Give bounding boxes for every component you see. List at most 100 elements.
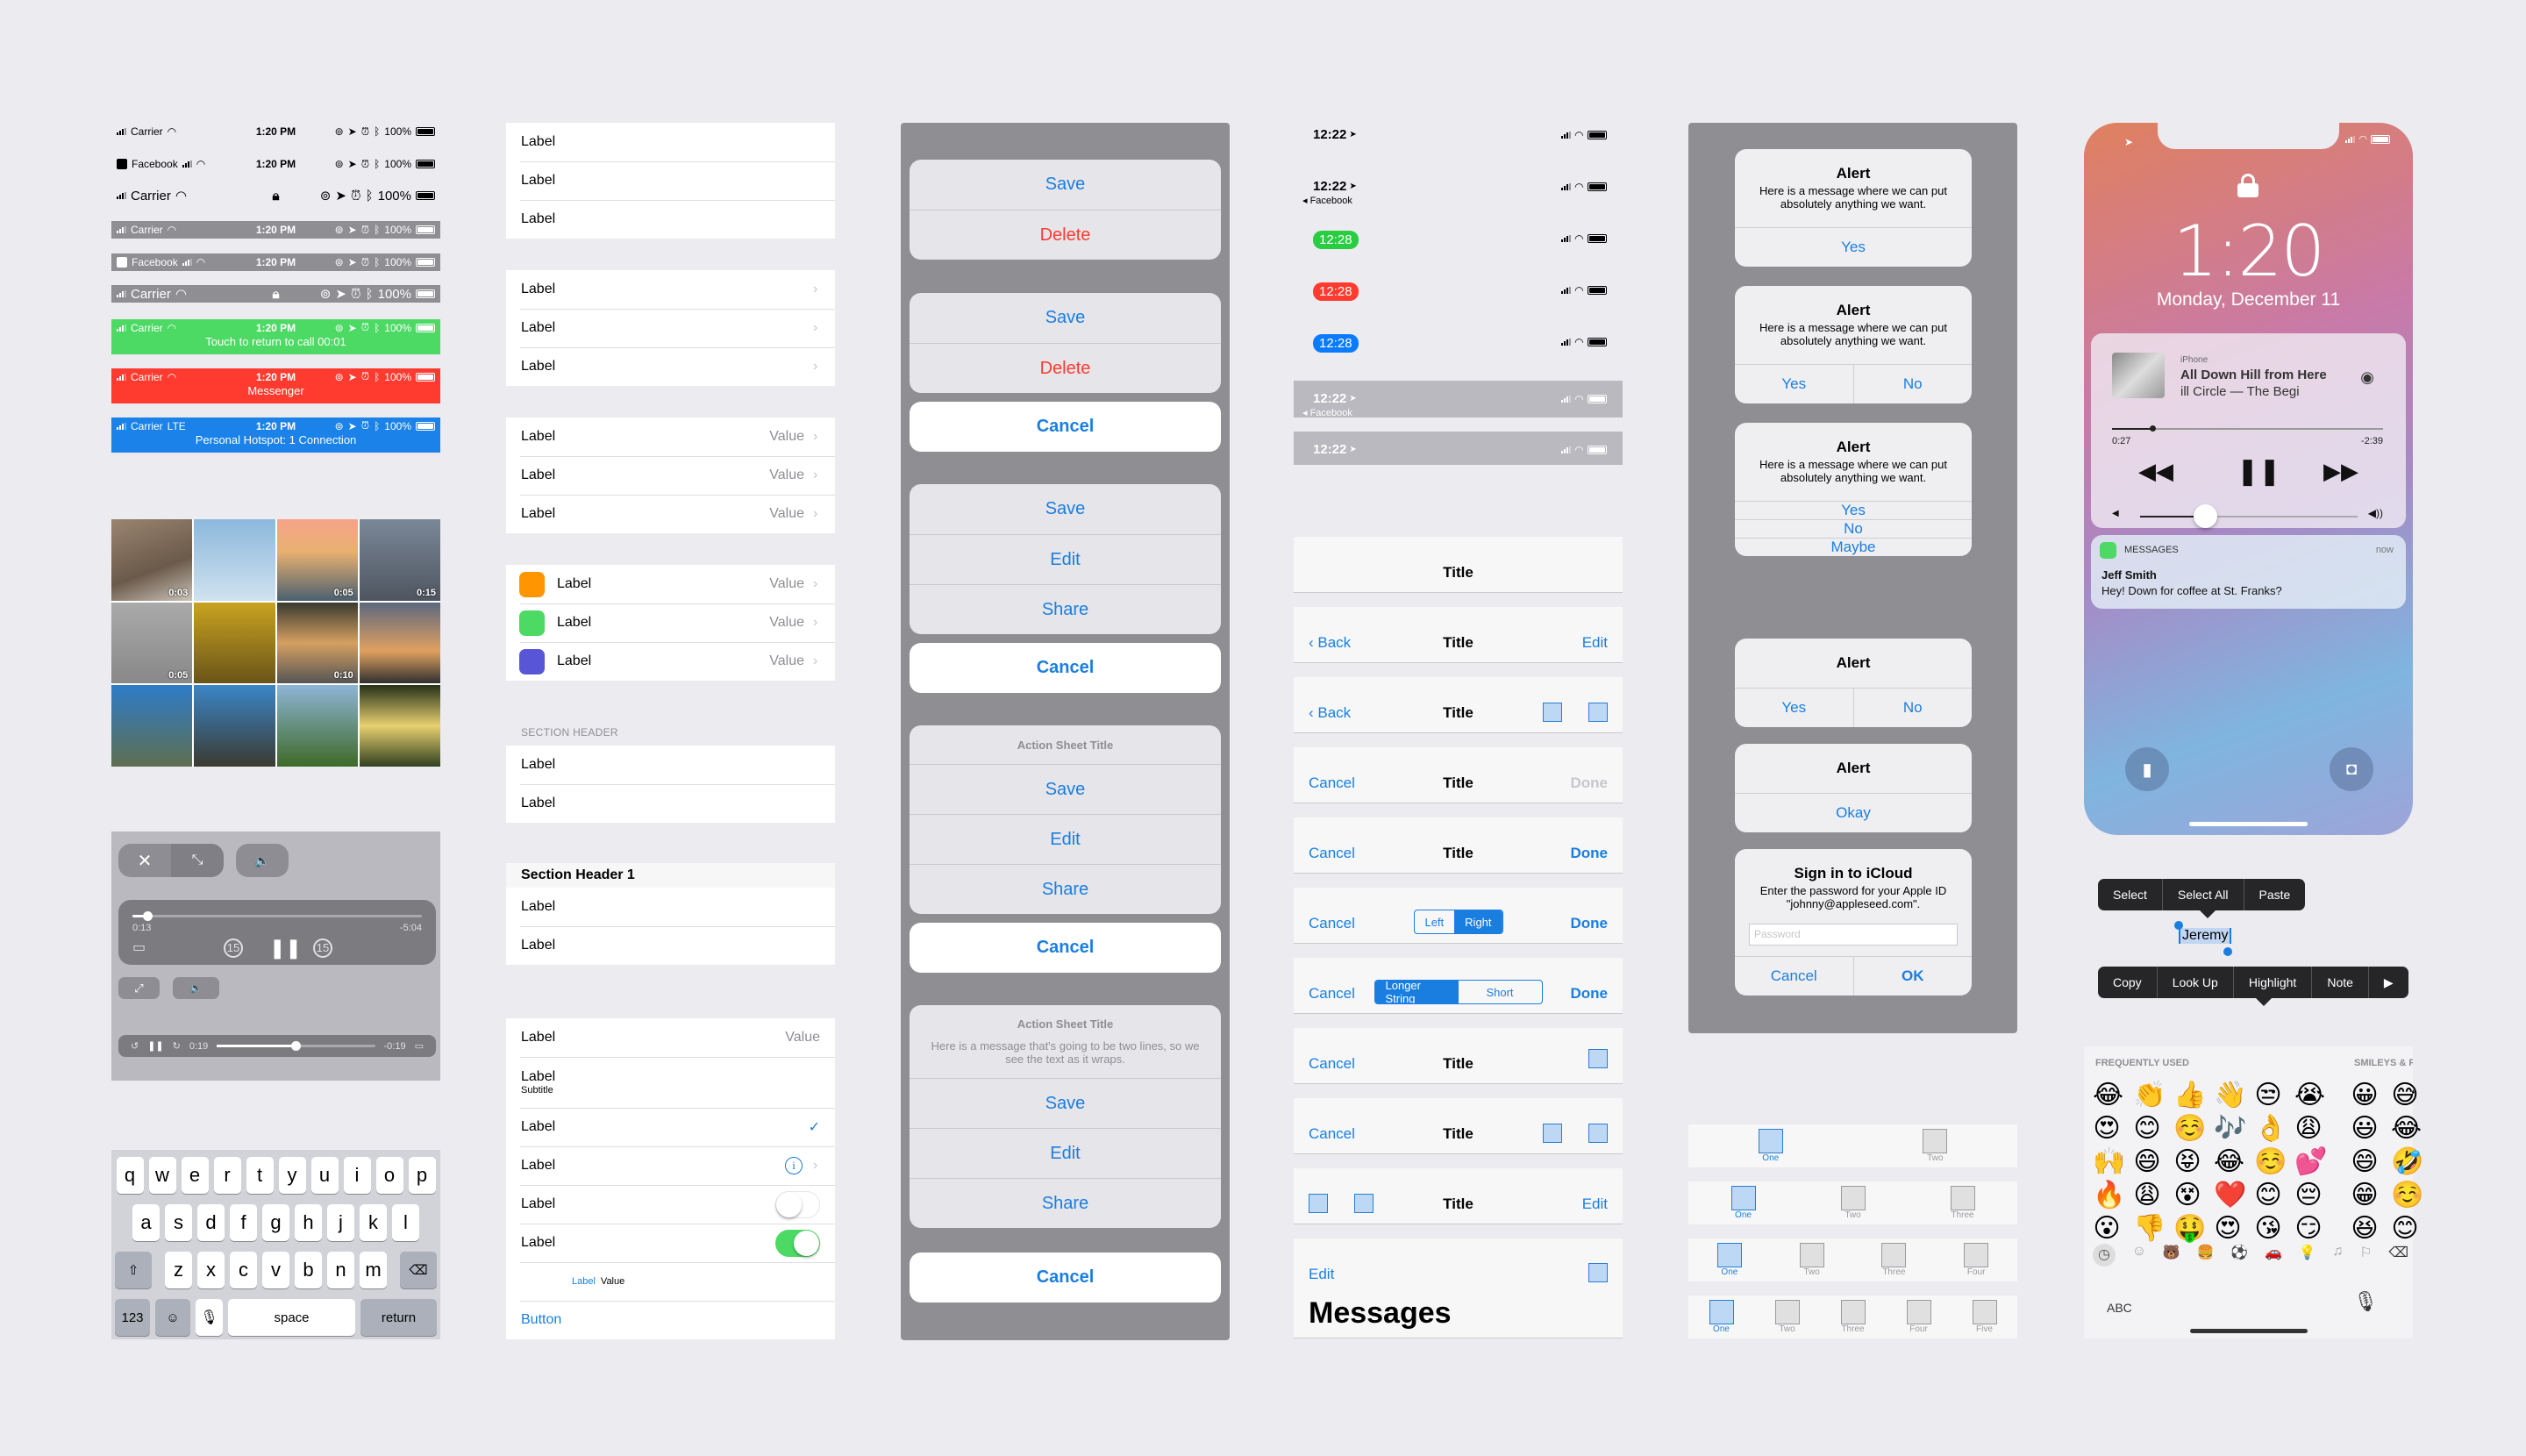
emoji-key[interactable]: 😃 [2351, 1113, 2379, 1144]
yes-button[interactable]: Yes [1735, 365, 1853, 403]
key-a[interactable]: a [132, 1204, 160, 1241]
done-button[interactable]: Done [1571, 845, 1609, 862]
done-button[interactable]: Done [1571, 915, 1609, 932]
emoji-key[interactable]: 🔥 [2093, 1180, 2125, 1210]
key-y[interactable]: y [278, 1157, 306, 1194]
tab-item[interactable]: Five [1972, 1300, 1997, 1334]
emoji-key[interactable]: 😍 [2214, 1213, 2242, 1244]
space-key[interactable]: space [228, 1299, 355, 1336]
emoji-key[interactable]: 😏 [2294, 1213, 2323, 1244]
key-j[interactable]: j [327, 1204, 354, 1241]
emoji-key[interactable]: 😮 [2093, 1213, 2121, 1244]
emoji-key[interactable]: 😍 [2093, 1113, 2121, 1144]
action-sheet-button[interactable]: Edit [910, 534, 1221, 584]
selected-text[interactable]: Jeremy [2179, 928, 2232, 944]
cancel-button[interactable]: Cancel [910, 643, 1221, 693]
microphone-icon[interactable]: 🎙 [2353, 1290, 2378, 1313]
table-row[interactable]: Label › [506, 309, 835, 347]
table-row[interactable]: Label [506, 888, 835, 926]
emoji-key[interactable]: 👍 [2173, 1080, 2206, 1110]
volume-button[interactable]: 🔈 [236, 844, 289, 877]
selection-handle-end[interactable] [2223, 947, 2232, 956]
emoji-key[interactable]: 😊 [2133, 1113, 2161, 1144]
track-scrubber[interactable] [2112, 425, 2383, 432]
key-p[interactable]: p [408, 1157, 436, 1194]
food-icon[interactable]: 🍔 [2197, 1244, 2215, 1267]
emoji-key[interactable]: ☺ [155, 1299, 190, 1336]
cancel-button[interactable]: Cancel [1309, 985, 1355, 1003]
emoji-key[interactable]: 😊 [2254, 1180, 2282, 1210]
segment-right[interactable]: Right [1454, 910, 1502, 933]
table-row[interactable]: Label Value › [506, 495, 835, 533]
yes-button[interactable]: Yes [1735, 228, 1972, 267]
skip-back-15-icon[interactable]: 15 [224, 939, 243, 958]
sports-icon[interactable]: ⚽ [2230, 1244, 2248, 1267]
close-button[interactable]: ✕ [118, 844, 171, 877]
pause-icon[interactable]: ❚❚ [147, 1040, 163, 1052]
emoji-key[interactable]: 👋 [2214, 1080, 2246, 1110]
ok-button[interactable]: OK [1852, 956, 1973, 996]
table-row[interactable]: Label Subtitle [506, 1057, 835, 1108]
action-sheet-button[interactable]: Save [910, 293, 1221, 343]
action-sheet-button[interactable]: Save [910, 160, 1221, 210]
table-row[interactable]: Label Value › [506, 418, 835, 456]
cancel-button[interactable]: Cancel [910, 923, 1221, 973]
menu-item[interactable]: Highlight [2232, 967, 2311, 998]
action-sheet-button[interactable]: Edit [910, 1128, 1221, 1178]
photo-thumbnail[interactable]: 0:05 [276, 519, 358, 601]
table-row[interactable]: Label Value › [506, 642, 835, 681]
status-message[interactable]: Messenger [117, 384, 435, 397]
menu-item[interactable]: Copy [2098, 967, 2157, 998]
rewind-icon[interactable]: ◀◀ [2138, 458, 2173, 485]
no-button[interactable]: No [1852, 364, 1973, 403]
pause-icon[interactable]: ❚❚ [2237, 456, 2280, 487]
return-key[interactable]: return [360, 1299, 437, 1336]
notification[interactable]: MESSAGES now Jeff Smith Hey! Down for co… [2091, 535, 2406, 609]
tab-item[interactable]: Two [1923, 1129, 1948, 1163]
table-row[interactable]: Label ✓ [506, 1108, 835, 1146]
pause-icon[interactable]: ❚❚ [269, 937, 302, 960]
action-sheet-button[interactable]: Share [910, 1178, 1221, 1228]
yes-button[interactable]: Yes [1735, 689, 1853, 727]
emoji-key[interactable]: 🙌 [2093, 1146, 2125, 1177]
cancel-button[interactable]: Cancel [910, 402, 1221, 452]
tab-item[interactable]: One [1730, 1186, 1756, 1220]
key-k[interactable]: k [360, 1204, 387, 1241]
table-row[interactable]: Label › [506, 270, 835, 309]
scrubber[interactable] [132, 911, 422, 921]
tab-item[interactable]: Three [1840, 1300, 1866, 1334]
edit-button[interactable]: Edit [1582, 634, 1608, 652]
emoji-key[interactable]: 😅 [2391, 1080, 2419, 1110]
table-row[interactable]: Label Value › [506, 565, 835, 603]
menu-item[interactable]: Note [2311, 967, 2368, 998]
cancel-button[interactable]: Cancel [910, 1253, 1221, 1303]
photo-thumbnail[interactable] [194, 519, 275, 601]
tab-item[interactable]: One [1758, 1129, 1783, 1163]
photo-thumbnail[interactable] [194, 685, 275, 767]
emoji-key[interactable]: 😘 [2254, 1213, 2282, 1244]
smiley-icon[interactable]: ☺ [2132, 1244, 2146, 1267]
bar-button-icon[interactable] [1588, 1124, 1608, 1143]
edit-button[interactable]: Edit [1309, 1266, 1334, 1283]
tab-item[interactable]: Two [1799, 1243, 1824, 1277]
key-d[interactable]: d [197, 1204, 225, 1241]
minimize-button[interactable]: ⤡ [171, 844, 224, 877]
bar-button-icon[interactable] [1588, 703, 1608, 722]
action-sheet-button[interactable]: Delete [910, 210, 1221, 260]
key-z[interactable]: z [165, 1252, 192, 1288]
key-t[interactable]: t [246, 1157, 274, 1194]
tab-item[interactable]: Two [1840, 1186, 1866, 1220]
tab-item[interactable]: Four [1964, 1243, 1989, 1277]
table-button[interactable]: Button [521, 1312, 561, 1328]
emoji-key[interactable]: 😔 [2294, 1180, 2323, 1210]
emoji-key[interactable]: 😁 [2351, 1180, 2379, 1210]
emoji-key[interactable]: 😵 [2173, 1180, 2201, 1210]
emoji-key[interactable]: ❤️ [2214, 1180, 2246, 1210]
objects-icon[interactable]: 💡 [2299, 1244, 2316, 1267]
bar-button-icon[interactable] [1543, 1124, 1562, 1143]
emoji-key[interactable]: 😄 [2351, 1146, 2379, 1177]
key-g[interactable]: g [262, 1204, 289, 1241]
key-i[interactable]: i [343, 1157, 371, 1194]
tab-item[interactable]: One [1716, 1243, 1742, 1277]
airplay-icon[interactable]: ◉ [2360, 368, 2374, 387]
